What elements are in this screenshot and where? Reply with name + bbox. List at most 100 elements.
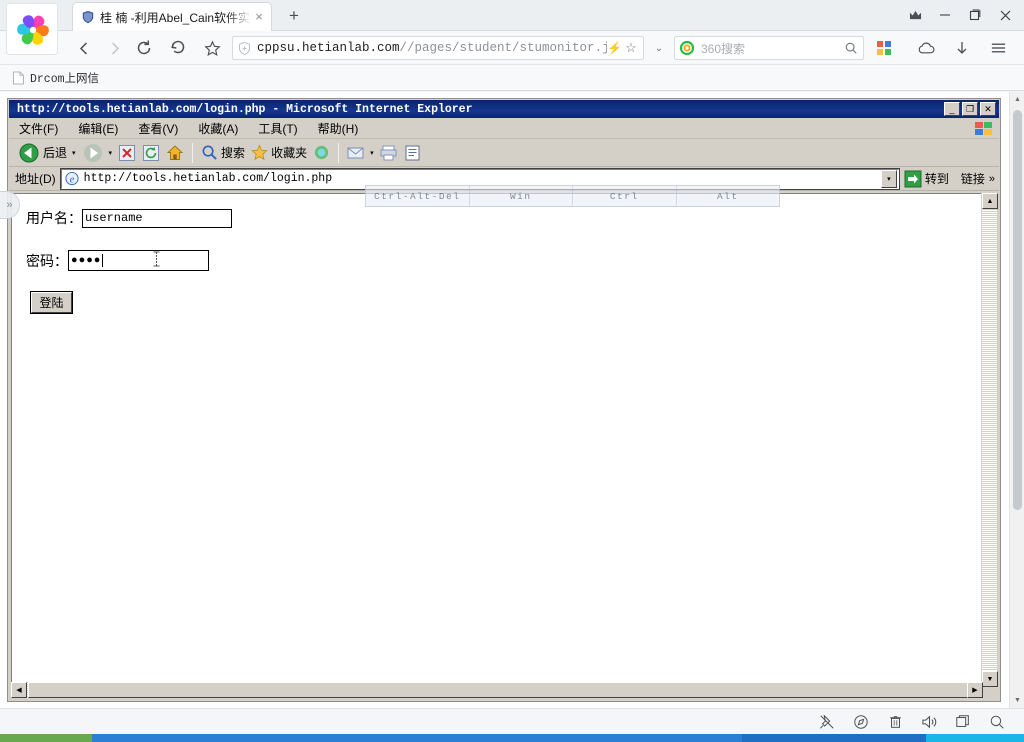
shield-icon xyxy=(238,41,251,55)
back-button[interactable] xyxy=(72,37,96,59)
new-tab-button[interactable]: + xyxy=(283,6,305,26)
key-win-button[interactable]: Win xyxy=(470,186,573,206)
menu-icon[interactable] xyxy=(986,37,1010,59)
undo-arrow-icon xyxy=(171,40,185,54)
toolbar-separator-2 xyxy=(338,142,340,163)
login-button[interactable]: 登陆 xyxy=(30,291,73,314)
password-input[interactable]: ●●●● xyxy=(68,250,209,271)
crown-icon[interactable] xyxy=(900,1,930,29)
windows-icon[interactable] xyxy=(946,710,980,734)
maximize-icon[interactable] xyxy=(960,1,990,29)
ie-mail-button[interactable]: ▾ xyxy=(344,141,377,165)
bookmark-item-drcom[interactable]: Drcom上网信 xyxy=(8,69,103,87)
ie-hscroll-thumb[interactable] xyxy=(28,682,968,698)
ie-print-button[interactable] xyxy=(377,141,401,165)
username-input[interactable]: username xyxy=(82,208,232,228)
chevron-left-icon xyxy=(79,41,87,55)
search-icon[interactable] xyxy=(980,710,1014,734)
url-dropdown-icon[interactable]: ⌄ xyxy=(648,36,670,60)
chevron-down-icon[interactable]: ▾ xyxy=(72,149,76,157)
star-icon xyxy=(251,144,268,161)
ie-scroll-right-button[interactable]: ▶ xyxy=(967,682,983,698)
ie-stop-button[interactable] xyxy=(115,141,139,165)
speaker-glyph xyxy=(921,715,936,728)
trash-icon[interactable] xyxy=(878,710,912,734)
ie-search-button[interactable]: 搜索 xyxy=(198,141,248,165)
shield-icon xyxy=(82,10,94,24)
ie-scroll-up-button[interactable]: ▲ xyxy=(982,193,998,209)
tab-close-icon[interactable]: × xyxy=(251,9,267,25)
ie-scroll-down-button[interactable]: ▼ xyxy=(982,671,998,687)
ie-minimize-button[interactable]: _ xyxy=(944,102,960,116)
browser-tab[interactable]: 桂 楠 -利用Abel_Cain软件实 × xyxy=(72,2,272,31)
page-scroll-thumb[interactable] xyxy=(1013,110,1022,510)
search-icon[interactable] xyxy=(843,41,859,55)
ie-favorites-button[interactable]: 收藏夹 xyxy=(248,141,310,165)
chevron-right-icon xyxy=(111,41,119,55)
lightning-icon[interactable]: ⚡ xyxy=(607,41,622,55)
close-icon[interactable] xyxy=(990,1,1020,29)
ie-history-button[interactable] xyxy=(310,141,333,165)
key-ctrl-alt-del-button[interactable]: Ctrl-Alt-Del xyxy=(366,186,470,206)
print-icon xyxy=(380,145,397,160)
address-bar[interactable]: cppsu.hetianlab.com//pages/student/stumo… xyxy=(232,36,644,60)
strip-segment-cyan xyxy=(926,734,1024,742)
ie-forward-button[interactable]: ▾ xyxy=(79,141,116,165)
ie-menu-tools[interactable]: 工具(T) xyxy=(248,118,307,139)
download-icon[interactable] xyxy=(950,37,974,59)
ie-refresh-button[interactable] xyxy=(139,141,163,165)
ie-horizontal-scrollbar[interactable]: ◀ ▶ xyxy=(11,682,983,698)
page-scroll-up-button[interactable]: ▲ xyxy=(1010,92,1024,107)
forward-button[interactable] xyxy=(102,37,126,59)
ie-search-label: 搜索 xyxy=(221,146,246,160)
ie-home-button[interactable] xyxy=(163,141,187,165)
strip-segment-blue xyxy=(92,734,742,742)
ie-menu-favorites[interactable]: 收藏(A) xyxy=(188,118,248,139)
search-input[interactable]: 360搜索 xyxy=(701,40,843,57)
bookmark-star-button[interactable] xyxy=(200,37,224,59)
ie-window-title: http://tools.hetianlab.com/login.php - M… xyxy=(17,102,473,116)
undo-button[interactable] xyxy=(166,37,190,59)
reload-button[interactable] xyxy=(132,37,156,59)
key-ctrl-button[interactable]: Ctrl xyxy=(573,186,677,206)
browser-logo xyxy=(6,3,58,55)
ie-edit-button[interactable] xyxy=(401,141,425,165)
apps-grid-icon[interactable] xyxy=(872,37,896,59)
ie-favorites-label: 收藏夹 xyxy=(271,146,308,160)
ie-back-button[interactable]: 后退 ▾ xyxy=(15,141,79,165)
toolbar-separator xyxy=(192,142,194,163)
ie-back-label: 后退 xyxy=(43,146,68,160)
favorite-star-icon[interactable]: ☆ xyxy=(622,40,640,56)
ie-e-icon: e xyxy=(65,171,79,185)
ie-menu-view[interactable]: 查看(V) xyxy=(128,118,188,139)
bottom-color-strip xyxy=(0,734,1024,742)
compass-glyph xyxy=(854,714,868,729)
ie-vertical-scrollbar[interactable]: ▲ ▼ xyxy=(981,193,998,687)
refresh-icon xyxy=(143,144,160,161)
cloud-icon[interactable] xyxy=(914,37,938,59)
ie-links-label[interactable]: 链接 xyxy=(955,170,985,187)
ie-go-button[interactable]: 转到 xyxy=(901,170,955,188)
compass-icon[interactable] xyxy=(844,710,878,734)
page-vertical-scrollbar[interactable]: ▲ ▼ xyxy=(1009,92,1024,708)
page-scroll-down-button[interactable]: ▼ xyxy=(1010,693,1024,708)
minimize-icon[interactable] xyxy=(930,1,960,29)
ie-menu-edit[interactable]: 编辑(E) xyxy=(68,118,128,139)
ie-menu-help[interactable]: 帮助(H) xyxy=(308,118,369,139)
chevron-down-icon[interactable]: ▾ xyxy=(109,149,113,157)
chevron-down-icon[interactable]: ▾ xyxy=(370,149,374,157)
ie-scroll-left-button[interactable]: ◀ xyxy=(11,682,27,698)
username-value: username xyxy=(85,211,143,225)
ie-menu-file[interactable]: 文件(F) xyxy=(9,118,68,139)
pin-off-icon[interactable] xyxy=(810,710,844,734)
search-bar[interactable]: 360搜索 xyxy=(674,36,864,60)
download-glyph xyxy=(957,42,967,54)
ie-links-chevrons-icon[interactable]: » xyxy=(985,173,999,185)
ie-address-dropdown-icon[interactable]: ▾ xyxy=(880,169,897,188)
speaker-icon[interactable] xyxy=(912,710,946,734)
remote-key-toolbar: Ctrl-Alt-Del Win Ctrl Alt xyxy=(365,185,780,207)
stop-icon xyxy=(119,144,136,161)
ie-restore-button[interactable]: ❐ xyxy=(962,102,978,116)
ie-close-button[interactable]: ✕ xyxy=(980,102,996,116)
key-alt-button[interactable]: Alt xyxy=(677,186,780,206)
